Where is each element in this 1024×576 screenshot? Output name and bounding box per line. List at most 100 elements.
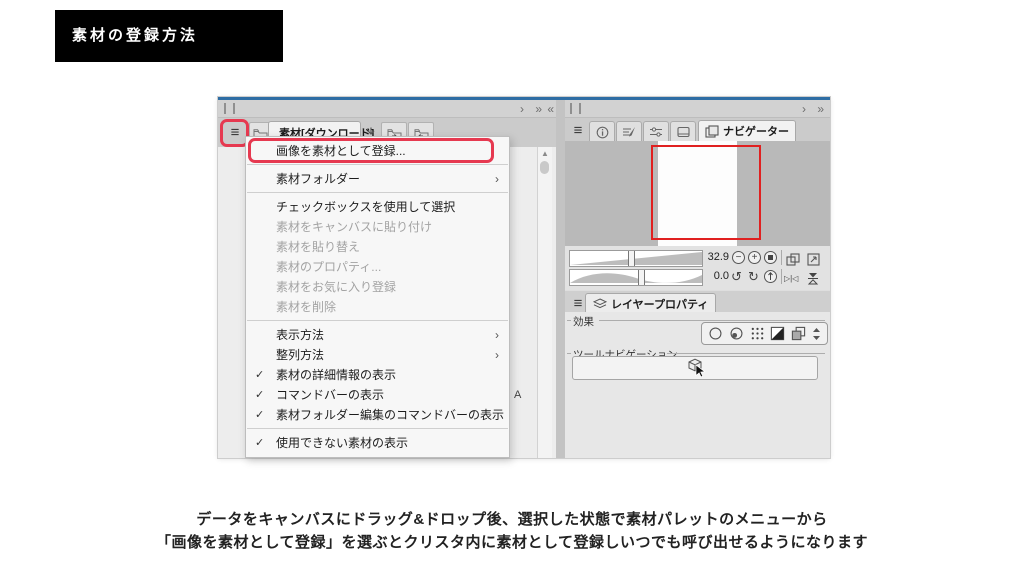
caption-line-2: 「画像を素材として登録」を選ぶとクリスタ内に素材として登録しいつでも呼び出せるよ… bbox=[155, 534, 869, 551]
flip-vertical-button[interactable] bbox=[806, 268, 820, 289]
view-area-rect[interactable] bbox=[651, 145, 761, 240]
flip-horizontal-icon[interactable]: ▷|◁ bbox=[784, 272, 798, 286]
flip-vertical-icon bbox=[807, 273, 819, 285]
group-line bbox=[599, 320, 825, 321]
layer-stack-icon bbox=[593, 297, 607, 308]
zoom-reset-button[interactable] bbox=[764, 251, 777, 264]
hamburger-icon: ≡ bbox=[230, 124, 240, 141]
material-list-scrollbar[interactable]: ▲ bbox=[537, 147, 552, 458]
rotate-cw-icon[interactable]: ↻ bbox=[748, 270, 759, 284]
spinner-arrows-icon[interactable] bbox=[812, 327, 821, 341]
menu-item-register-image[interactable]: 画像を素材として登録... bbox=[246, 141, 509, 161]
submenu-arrow-icon: › bbox=[495, 172, 499, 186]
effect-buttons-box bbox=[701, 322, 828, 345]
menu-item-show-folder-edit-bar[interactable]: ✓ 素材フォルダー編集のコマンドバーの表示 bbox=[246, 405, 509, 425]
menu-item-show-detail-info[interactable]: ✓ 素材の詳細情報の表示 bbox=[246, 365, 509, 385]
check-icon: ✓ bbox=[255, 437, 265, 449]
group-line bbox=[667, 353, 825, 354]
tab-item-bank[interactable] bbox=[643, 121, 669, 142]
zoom-value: 32.9 bbox=[707, 251, 729, 263]
navigator-icon bbox=[705, 124, 719, 138]
reset-rotation-button[interactable] bbox=[764, 270, 777, 283]
menu-item-checkbox-select[interactable]: チェックボックスを使用して選択 bbox=[246, 197, 509, 217]
border-effect-icon[interactable] bbox=[708, 326, 723, 341]
slide: 素材の登録方法 › » « ≡ 素材[ダウンロード] A ▲ 画像を素材として登… bbox=[0, 0, 1024, 576]
fit-screen-button[interactable] bbox=[785, 249, 801, 270]
hamburger-icon: ≡ bbox=[573, 122, 583, 139]
square-icon bbox=[768, 255, 773, 260]
layer-color-icon[interactable] bbox=[791, 326, 806, 341]
layer-property-menu-button[interactable]: ≡ bbox=[570, 293, 586, 314]
actual-size-button[interactable] bbox=[805, 249, 821, 270]
menu-item-material-folder[interactable]: 素材フォルダー › bbox=[246, 169, 509, 189]
menu-item-delete-material: 素材を削除 bbox=[276, 300, 337, 314]
chevrons-right-icon[interactable]: » bbox=[817, 103, 824, 115]
menu-item-replace-material: 素材を貼り替え bbox=[276, 240, 361, 254]
palette-menu-button[interactable]: ≡ bbox=[226, 122, 244, 143]
submenu-arrow-icon: › bbox=[495, 328, 499, 342]
tab-subview[interactable] bbox=[616, 121, 642, 142]
drag-grip-icon[interactable] bbox=[224, 103, 235, 114]
divider bbox=[781, 269, 782, 284]
info-icon bbox=[596, 126, 608, 138]
chevrons-right-icon[interactable]: » bbox=[535, 103, 542, 115]
rotation-slider[interactable] bbox=[569, 269, 703, 286]
app-screenshot: › » « ≡ 素材[ダウンロード] A ▲ 画像を素材として登録... 素材フ… bbox=[218, 97, 830, 458]
rotation-value: 0.0 bbox=[713, 270, 729, 282]
zoom-out-button[interactable]: − bbox=[732, 251, 745, 264]
extract-line-icon[interactable] bbox=[770, 326, 785, 341]
material-item-label: A bbox=[514, 389, 522, 401]
zoom-slider[interactable] bbox=[569, 250, 703, 267]
halftone-dots-icon[interactable] bbox=[750, 326, 765, 341]
navigator-controls: 32.9 − + 0.0 ↺ ↻ ▷|◁ bbox=[565, 246, 830, 290]
scrollbar-thumb[interactable] bbox=[540, 161, 549, 174]
zoom-slider-thumb[interactable] bbox=[628, 251, 635, 266]
navigator-tabbar: ≡ ナビゲーター bbox=[565, 118, 830, 142]
tab-info[interactable] bbox=[589, 121, 615, 142]
navigator-preview[interactable] bbox=[565, 141, 830, 247]
rotate-ccw-icon[interactable]: ↺ bbox=[731, 270, 742, 284]
check-icon: ✓ bbox=[255, 369, 265, 381]
menu-item-material-property: 素材のプロパティ... bbox=[276, 260, 382, 274]
chevron-right-icon[interactable]: › bbox=[520, 103, 524, 115]
divider bbox=[781, 250, 782, 265]
group-line bbox=[567, 320, 571, 321]
menu-separator bbox=[247, 164, 508, 165]
rotation-wave-icon bbox=[570, 273, 702, 283]
menu-separator bbox=[247, 320, 508, 321]
navigator-titlebar: › » bbox=[565, 100, 830, 118]
chevrons-left-icon[interactable]: « bbox=[547, 103, 554, 115]
sliders-icon bbox=[650, 127, 662, 137]
dock-menu-button[interactable]: ≡ bbox=[570, 120, 586, 141]
tab-navigator[interactable]: ナビゲーター bbox=[698, 120, 796, 141]
menu-item-show-unusable[interactable]: ✓ 使用できない素材の表示 bbox=[246, 433, 509, 453]
chevron-right-icon[interactable]: › bbox=[802, 103, 806, 115]
material-palette-titlebar: › » « bbox=[218, 100, 556, 118]
fit-screen-icon bbox=[786, 253, 800, 266]
layer-property-body: 効果 ツールナビゲーション bbox=[565, 312, 830, 458]
menu-separator bbox=[247, 428, 508, 429]
check-icon: ✓ bbox=[255, 389, 265, 401]
tone-icon[interactable] bbox=[729, 326, 744, 341]
tab-layer-property[interactable]: レイヤープロパティ bbox=[585, 293, 717, 313]
caption-line-1: データをキャンバスにドラッグ&ドロップ後、選択した状態で素材パレットのメニューか… bbox=[196, 511, 828, 528]
tab-history[interactable] bbox=[670, 121, 696, 142]
rotation-slider-thumb[interactable] bbox=[638, 270, 645, 285]
check-icon: ✓ bbox=[255, 409, 265, 421]
scroll-up-icon[interactable]: ▲ bbox=[541, 149, 549, 158]
frame-icon bbox=[676, 126, 690, 138]
menu-item-display-method[interactable]: 表示方法 › bbox=[246, 325, 509, 345]
actual-size-icon bbox=[806, 253, 820, 266]
right-dock: › » ≡ ナビゲーター 32.9 − + 0.0 ↺ ↻ ▷|◁ ≡ レイヤー… bbox=[565, 100, 830, 458]
palette-menu-popup: 画像を素材として登録... 素材フォルダー › チェックボックスを使用して選択 素… bbox=[245, 136, 510, 458]
pen-lines-icon bbox=[623, 127, 635, 137]
menu-item-paste-to-canvas: 素材をキャンバスに貼り付け bbox=[276, 220, 433, 234]
zoom-in-button[interactable]: + bbox=[748, 251, 761, 264]
menu-item-add-favorite: 素材をお気に入り登録 bbox=[276, 280, 397, 294]
tool-navigation-button[interactable] bbox=[572, 356, 818, 380]
drag-grip-icon[interactable] bbox=[570, 103, 581, 114]
effect-group-label: 効果 bbox=[573, 316, 594, 328]
menu-item-sort-method[interactable]: 整列方法 › bbox=[246, 345, 509, 365]
zoom-wedge-icon bbox=[570, 252, 702, 265]
menu-item-show-command-bar[interactable]: ✓ コマンドバーの表示 bbox=[246, 385, 509, 405]
